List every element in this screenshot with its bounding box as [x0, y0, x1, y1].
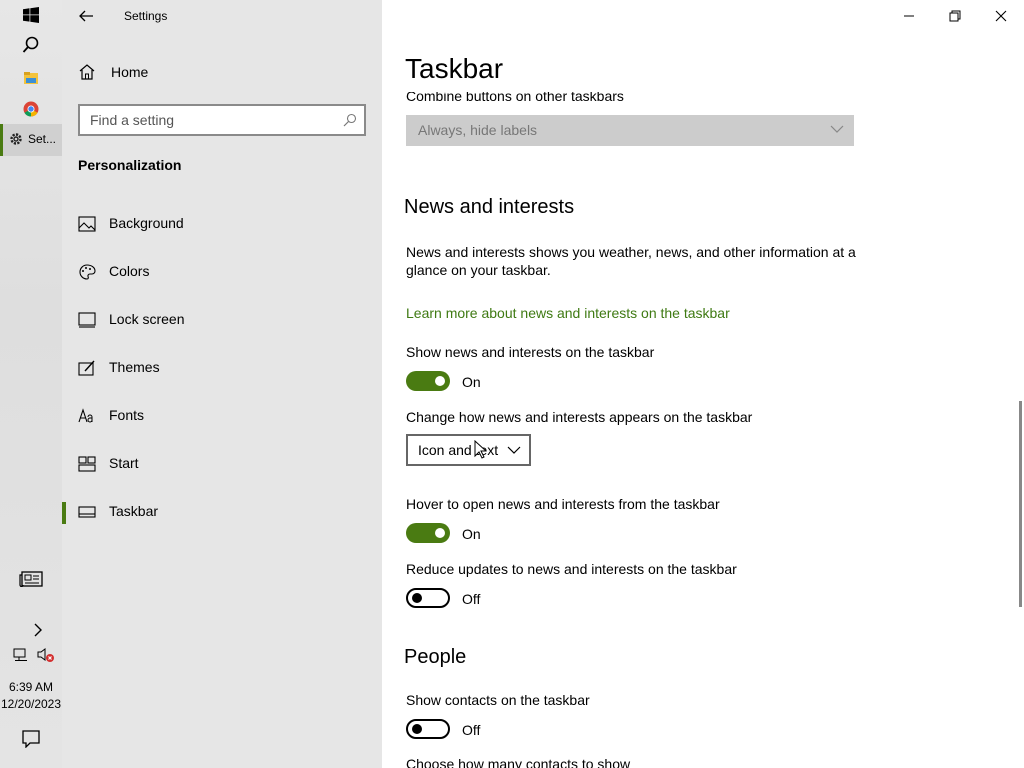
news-button[interactable]	[0, 564, 62, 594]
sidebar-item-label: Themes	[109, 359, 160, 375]
back-arrow-icon[interactable]	[76, 6, 96, 26]
window-title: Settings	[124, 9, 168, 23]
file-explorer-icon	[24, 72, 38, 84]
palette-icon	[79, 264, 96, 280]
volume-muted-icon	[37, 648, 54, 662]
sidebar-item-label: Background	[109, 215, 184, 231]
sidebar-item-lock-screen[interactable]: Lock screen	[62, 300, 382, 340]
reduce-updates-toggle[interactable]	[406, 588, 450, 608]
sidebar-item-label: Colors	[109, 263, 150, 279]
appearance-dropdown[interactable]: Icon and text	[406, 434, 531, 466]
sidebar-item-label: Fonts	[109, 407, 145, 423]
chrome-icon	[23, 101, 39, 117]
page-title: Taskbar	[405, 53, 504, 84]
network-icon	[13, 648, 27, 661]
hover-state: On	[462, 526, 481, 542]
file-explorer-button[interactable]	[0, 63, 62, 93]
active-indicator	[0, 124, 3, 156]
news-description: News and interests shows you weather, ne…	[406, 244, 856, 278]
settings-taskbar-button[interactable]: Set...	[0, 124, 62, 156]
windows-logo-icon	[23, 7, 39, 23]
restore-icon	[949, 10, 961, 22]
home-label: Home	[111, 64, 149, 80]
taskbar-search-button[interactable]	[0, 30, 62, 60]
mouse-cursor-icon	[474, 440, 486, 459]
news-icon	[19, 571, 43, 587]
sidebar-item-themes[interactable]: Themes	[62, 348, 382, 388]
fonts-icon	[78, 408, 93, 423]
taskbar: Set... 6:39 AM 12/20/2023	[0, 0, 62, 768]
selection-indicator	[62, 502, 66, 524]
show-news-label: Show news and interests on the taskbar	[406, 344, 655, 360]
minimize-button[interactable]	[886, 0, 932, 32]
learn-more-link[interactable]: Learn more about news and interests on t…	[406, 305, 730, 321]
home-icon	[79, 64, 95, 80]
appearance-value: Icon and text	[418, 442, 499, 458]
minimize-icon	[904, 15, 914, 17]
show-news-state: On	[462, 374, 481, 390]
content-pane: Taskbar Combine buttons on other taskbar…	[382, 0, 1024, 768]
toggle-knob	[435, 376, 445, 386]
settings-taskbar-label: Set...	[28, 132, 57, 146]
close-button[interactable]	[978, 0, 1024, 32]
action-center-button[interactable]	[0, 724, 62, 754]
sidebar-item-colors[interactable]: Colors	[62, 252, 382, 292]
sidebar-item-start[interactable]: Start	[62, 444, 382, 484]
chevron-down-icon	[507, 446, 521, 454]
contacts-count-label: Choose how many contacts to show	[406, 756, 631, 768]
chevron-down-icon	[830, 125, 844, 133]
search-icon	[22, 36, 39, 53]
settings-nav-pane: Settings Home Find a setting Personaliza…	[62, 0, 382, 768]
sidebar-item-label: Taskbar	[109, 503, 159, 519]
settings-gear-icon	[10, 133, 22, 145]
reduce-updates-state: Off	[462, 591, 481, 607]
volume-button[interactable]	[36, 640, 56, 670]
combine-buttons-value: Always, hide labels	[418, 122, 538, 138]
search-placeholder: Find a setting	[90, 112, 175, 128]
scrollbar-thumb[interactable]	[1019, 401, 1022, 607]
hover-label: Hover to open news and interests from th…	[406, 496, 720, 512]
image-icon	[78, 216, 96, 232]
home-nav-item[interactable]: Home	[78, 63, 148, 81]
restore-button[interactable]	[932, 0, 978, 32]
toggle-knob	[412, 724, 422, 734]
clock-time[interactable]: 6:39 AM	[0, 680, 62, 694]
action-center-icon	[22, 730, 40, 748]
toggle-knob	[412, 593, 422, 603]
chrome-button[interactable]	[0, 94, 62, 124]
people-heading: People	[404, 646, 467, 668]
start-button[interactable]	[0, 0, 62, 30]
sidebar-item-label: Lock screen	[109, 311, 185, 327]
reduce-updates-label: Reduce updates to news and interests on …	[406, 561, 737, 577]
section-header: Personalization	[78, 157, 182, 173]
clock-date[interactable]: 12/20/2023	[0, 697, 62, 711]
lock-screen-icon	[78, 312, 96, 328]
search-icon	[343, 113, 357, 127]
show-contacts-label: Show contacts on the taskbar	[406, 692, 590, 708]
sidebar-item-background[interactable]: Background	[62, 204, 382, 244]
start-icon	[78, 456, 96, 472]
show-contacts-toggle[interactable]	[406, 719, 450, 739]
news-heading: News and interests	[404, 196, 575, 218]
toggle-knob	[435, 528, 445, 538]
appearance-label: Change how news and interests appears on…	[406, 409, 753, 425]
close-icon	[995, 10, 1007, 22]
find-setting-input[interactable]: Find a setting	[78, 104, 366, 136]
combine-buttons-dropdown: Always, hide labels	[406, 115, 854, 146]
network-button[interactable]	[12, 640, 30, 670]
sidebar-item-taskbar[interactable]: Taskbar	[62, 492, 382, 532]
chevron-right-icon	[34, 623, 42, 637]
themes-icon	[78, 360, 95, 376]
show-news-toggle[interactable]	[406, 371, 450, 391]
sidebar-item-label: Start	[109, 455, 139, 471]
show-contacts-state: Off	[462, 722, 481, 738]
sidebar-item-fonts[interactable]: Fonts	[62, 396, 382, 436]
taskbar-icon	[78, 506, 96, 518]
combine-buttons-label: Combine buttons on other taskbars	[406, 88, 624, 104]
hover-toggle[interactable]	[406, 523, 450, 543]
